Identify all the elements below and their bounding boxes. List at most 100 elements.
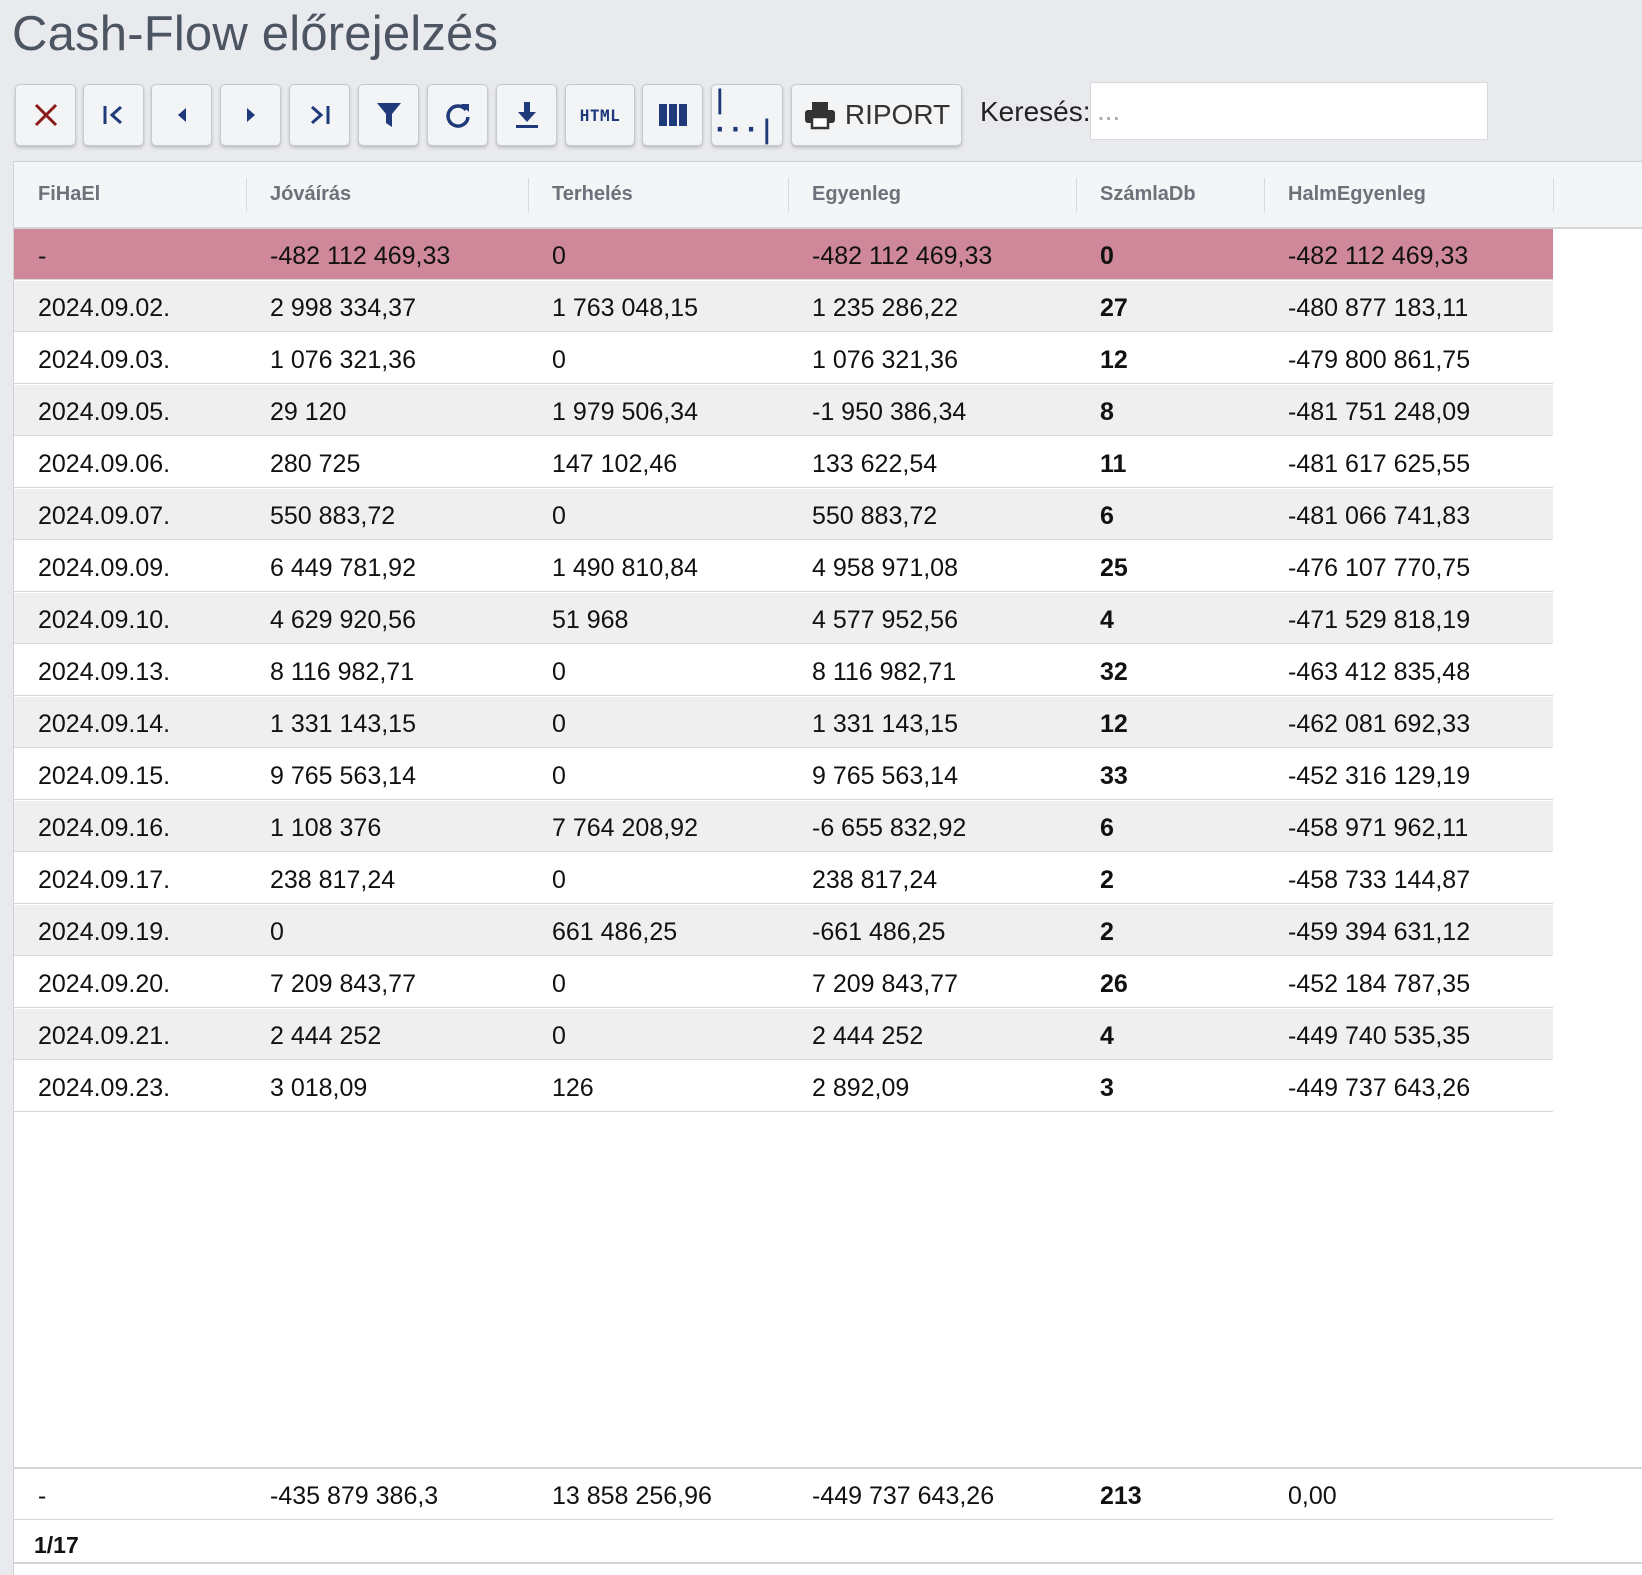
summary-cell: -449 737 643,26 — [812, 1482, 995, 1510]
table-cell: -458 733 144,87 — [1288, 866, 1471, 894]
table-row[interactable]: - -482 112 469,33 0 -482 112 469,33 0 -482 11… — [14, 229, 1553, 280]
divider — [14, 1562, 1642, 1564]
table-cell: 2024.09.23. — [38, 1074, 171, 1102]
last-page-icon — [307, 104, 333, 126]
column-header-szamladb[interactable]: SzámlaDb — [1076, 162, 1264, 227]
table-row[interactable]: 2024.09.21. 2 444 252 0 2 444 252 4 -449 740 … — [14, 1009, 1553, 1060]
table-cell: 9 765 563,14 — [812, 762, 958, 790]
previous-button[interactable] — [151, 84, 212, 146]
column-width-icon: |···| — [712, 85, 775, 145]
summary-cell: -435 879 386,3 — [270, 1482, 439, 1510]
table-cell: -452 184 787,35 — [1288, 970, 1471, 998]
table-row[interactable]: 2024.09.10. 4 629 920,56 51 968 4 577 952,5… — [14, 593, 1553, 644]
table-row[interactable]: 2024.09.06. 280 725 147 102,46 133 622,54 11… — [14, 437, 1553, 488]
table-row[interactable]: 2024.09.20. 7 209 843,77 0 7 209 843,77 26 -4… — [14, 957, 1553, 1008]
table-cell: 26 — [1100, 970, 1128, 998]
table-cell: 0 — [552, 346, 566, 374]
table-cell: 1 076 321,36 — [812, 346, 958, 374]
table-cell: -479 800 861,75 — [1288, 346, 1471, 374]
search-input[interactable] — [1090, 82, 1488, 140]
next-icon — [244, 106, 258, 124]
last-page-button[interactable] — [289, 84, 350, 146]
table-cell: 2024.09.07. — [38, 502, 171, 530]
table-row[interactable]: 2024.09.07. 550 883,72 0 550 883,72 6 -481 06… — [14, 489, 1553, 540]
html-export-button[interactable]: HTML — [565, 84, 635, 146]
table-cell: 33 — [1100, 762, 1128, 790]
table-cell: 1 979 506,34 — [552, 398, 698, 426]
first-page-button[interactable] — [83, 84, 144, 146]
table-cell: 126 — [552, 1074, 594, 1102]
table-row[interactable]: 2024.09.23. 3 018,09 126 2 892,09 3 -449 737 … — [14, 1061, 1553, 1112]
table-cell: 2024.09.02. — [38, 294, 171, 322]
table-cell: -449 737 643,26 — [1288, 1074, 1471, 1102]
table-cell: 25 — [1100, 554, 1128, 582]
table-cell: 0 — [552, 242, 566, 270]
summary-row: - -435 879 386,3 13 858 256,96 -449 737 … — [14, 1467, 1642, 1520]
table-row[interactable]: 2024.09.19. 0 661 486,25 -661 486,25 2 -459 3… — [14, 905, 1553, 956]
table-cell: 2024.09.15. — [38, 762, 171, 790]
column-header-halmegyenleg[interactable]: HalmEgyenleg — [1264, 162, 1553, 227]
refresh-icon — [444, 101, 472, 129]
table-cell: 2024.09.09. — [38, 554, 171, 582]
table-cell: 1 108 376 — [270, 814, 382, 842]
table-row[interactable]: 2024.09.13. 8 116 982,71 0 8 116 982,71 32 -4… — [14, 645, 1553, 696]
table-cell: 133 622,54 — [812, 450, 938, 478]
table-cell: -482 112 469,33 — [812, 242, 993, 270]
column-header-fihael[interactable]: FiHaEl — [14, 162, 246, 227]
table-cell: 32 — [1100, 658, 1128, 686]
table-cell: -481 066 741,83 — [1288, 502, 1471, 530]
table-cell: 51 968 — [552, 606, 629, 634]
column-header-jovairas[interactable]: Jóváírás — [246, 162, 528, 227]
table-row[interactable]: 2024.09.02. 2 998 334,37 1 763 048,15 1 235… — [14, 281, 1553, 332]
refresh-button[interactable] — [427, 84, 488, 146]
table-cell: 7 209 843,77 — [270, 970, 416, 998]
table-row[interactable]: 2024.09.15. 9 765 563,14 0 9 765 563,14 33 -4… — [14, 749, 1553, 800]
table-cell: 2024.09.16. — [38, 814, 171, 842]
divider — [14, 1519, 1553, 1520]
riport-label: RIPORT — [844, 99, 951, 130]
table-cell: 2024.09.20. — [38, 970, 171, 998]
table-row[interactable]: 2024.09.16. 1 108 376 7 764 208,92 -6 655 8… — [14, 801, 1553, 852]
column-header-egyenleg[interactable]: Egyenleg — [788, 162, 1076, 227]
table-row[interactable]: 2024.09.05. 29 120 1 979 506,34 -1 950 386,… — [14, 385, 1553, 436]
table-cell: 6 449 781,92 — [270, 554, 416, 582]
table-cell: 1 763 048,15 — [552, 294, 698, 322]
table-cell: 4 — [1100, 606, 1114, 634]
table-cell: 0 — [552, 762, 566, 790]
table-cell: 6 — [1100, 502, 1114, 530]
table-cell: -452 316 129,19 — [1288, 762, 1471, 790]
table-cell: 2024.09.13. — [38, 658, 171, 686]
table-cell: 661 486,25 — [552, 918, 678, 946]
close-button[interactable] — [15, 84, 76, 146]
summary-cell: 13 858 256,96 — [552, 1482, 712, 1510]
table-cell: -481 617 625,55 — [1288, 450, 1471, 478]
table-cell: 0 — [552, 1022, 566, 1050]
download-button[interactable] — [496, 84, 557, 146]
table-cell: 2 — [1100, 918, 1114, 946]
columns-button[interactable] — [642, 84, 703, 146]
table-cell: 0 — [552, 502, 566, 530]
previous-icon — [175, 106, 189, 124]
riport-button[interactable]: RIPORT — [791, 84, 962, 146]
table-cell: -6 655 832,92 — [812, 814, 967, 842]
table-cell: -458 971 962,11 — [1288, 814, 1469, 842]
table-row[interactable]: 2024.09.17. 238 817,24 0 238 817,24 2 -458 73… — [14, 853, 1553, 904]
table-cell: -480 877 183,11 — [1288, 294, 1469, 322]
filter-button[interactable] — [358, 84, 419, 146]
table-cell: 238 817,24 — [812, 866, 938, 894]
table-cell: 7 764 208,92 — [552, 814, 698, 842]
table-cell: 11 — [1100, 450, 1127, 478]
table-row[interactable]: 2024.09.03. 1 076 321,36 0 1 076 321,36 12 -4… — [14, 333, 1553, 384]
column-header-terheles[interactable]: Terhelés — [528, 162, 788, 227]
table-cell: 0 — [552, 866, 566, 894]
column-divider[interactable] — [1553, 178, 1554, 212]
table-row[interactable]: 2024.09.14. 1 331 143,15 0 1 331 143,15 12 -4… — [14, 697, 1553, 748]
column-width-button[interactable]: |···| — [711, 84, 783, 146]
summary-cell: - — [38, 1482, 47, 1510]
table-row[interactable]: 2024.09.09. 6 449 781,92 1 490 810,84 4 958… — [14, 541, 1553, 592]
table-cell: 0 — [1100, 242, 1114, 270]
next-button[interactable] — [220, 84, 281, 146]
table-cell: 6 — [1100, 814, 1114, 842]
data-grid: FiHaEl Jóváírás Terhelés Egyenleg Számla… — [13, 161, 1642, 1575]
table-cell: 2 — [1100, 866, 1114, 894]
